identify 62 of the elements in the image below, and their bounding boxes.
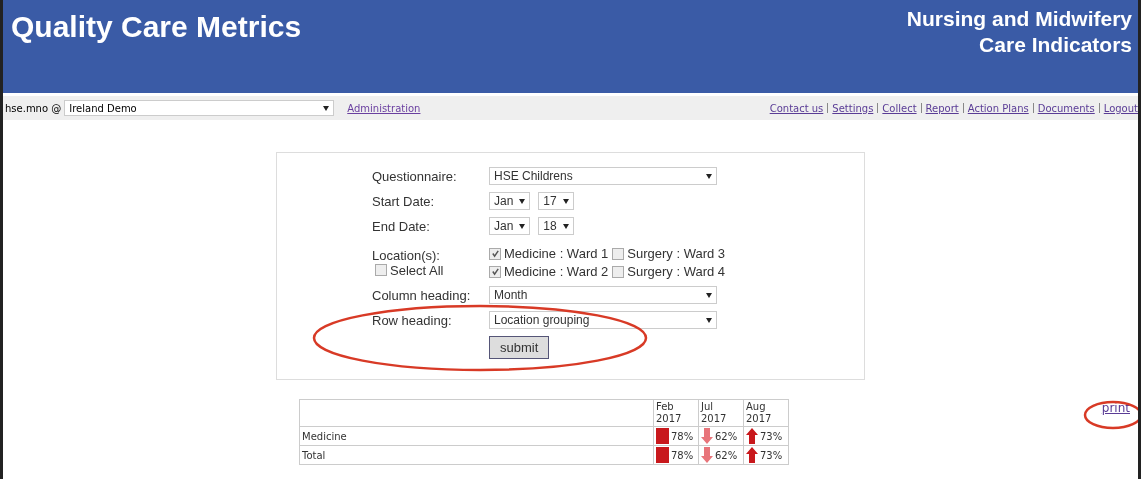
table-cell: Medicine	[299, 426, 654, 446]
caret-icon	[519, 223, 526, 229]
caret-icon	[706, 317, 712, 323]
start-date-select[interactable]: Jan	[489, 192, 531, 210]
nav-link[interactable]: Collect	[882, 102, 917, 114]
nav-link[interactable]: Contact us	[769, 102, 824, 114]
checkbox[interactable]	[489, 247, 501, 260]
administration-link[interactable]: Administration	[347, 102, 421, 114]
checkbox-label: Surgery : Ward 3	[627, 246, 726, 261]
field-label: Start Date:	[372, 193, 436, 209]
checkbox-label: Medicine : Ward 2	[504, 264, 609, 279]
organisation-select[interactable]: Ireland Demo	[64, 100, 335, 116]
checkbox[interactable]	[612, 247, 625, 260]
start-date-select[interactable]: 17	[538, 192, 574, 210]
questionnaire-select[interactable]: HSE Childrens	[489, 167, 717, 185]
field-label: Questionnaire:	[372, 168, 458, 184]
down-arrow-icon	[701, 447, 713, 463]
user-label: hse.mno @	[5, 102, 62, 114]
field-label: Location(s):	[372, 247, 441, 263]
square-icon	[656, 428, 669, 444]
app-title: Quality Care Metrics	[11, 10, 302, 45]
field-label: End Date:	[372, 218, 431, 234]
nav-link[interactable]: Settings	[832, 102, 874, 114]
end-date-select[interactable]: 18	[538, 217, 574, 235]
field-label: Row heading:	[372, 312, 453, 328]
field-label: Column heading:	[372, 287, 472, 303]
submit-button[interactable]: submit	[489, 336, 550, 359]
percent-value: 78%	[671, 449, 694, 461]
end-date-select[interactable]: Jan	[489, 217, 531, 235]
checkbox[interactable]	[489, 265, 501, 278]
checkbox-label: Surgery : Ward 4	[627, 264, 726, 279]
checkbox[interactable]	[375, 264, 387, 276]
table-header: Aug 2017	[743, 399, 789, 427]
app-subtitle: Care Indicators	[978, 32, 1132, 58]
column-heading-select[interactable]: Month	[489, 286, 717, 304]
percent-value: 62%	[715, 449, 738, 461]
square-icon	[656, 447, 669, 463]
checkbox-label: Medicine : Ward 1	[504, 246, 609, 261]
nav-link[interactable]: Action Plans	[967, 102, 1029, 114]
row-heading-select[interactable]: Location grouping	[489, 311, 717, 329]
down-arrow-icon	[701, 428, 713, 444]
caret-icon	[706, 292, 712, 298]
table-cell: Total	[299, 445, 654, 465]
caret-icon	[519, 198, 526, 204]
nav-link[interactable]: Logout	[1103, 102, 1138, 114]
up-arrow-icon	[746, 428, 758, 444]
caret-icon	[706, 173, 712, 179]
up-arrow-icon	[746, 447, 758, 463]
checkbox-label: Select All	[390, 262, 444, 278]
percent-value: 73%	[760, 449, 783, 461]
nav-link[interactable]: Report	[925, 102, 959, 114]
table-header: Jul 2017	[698, 399, 744, 427]
caret-icon	[562, 223, 569, 229]
table-header: Feb 2017	[653, 399, 699, 427]
caret-icon	[562, 198, 569, 204]
percent-value: 78%	[671, 430, 694, 442]
percent-value: 62%	[715, 430, 738, 442]
caret-icon	[323, 105, 330, 111]
checkbox[interactable]	[612, 265, 625, 278]
nav-link[interactable]: Documents	[1037, 102, 1095, 114]
app-subtitle: Nursing and Midwifery	[906, 6, 1132, 32]
percent-value: 73%	[760, 430, 783, 442]
